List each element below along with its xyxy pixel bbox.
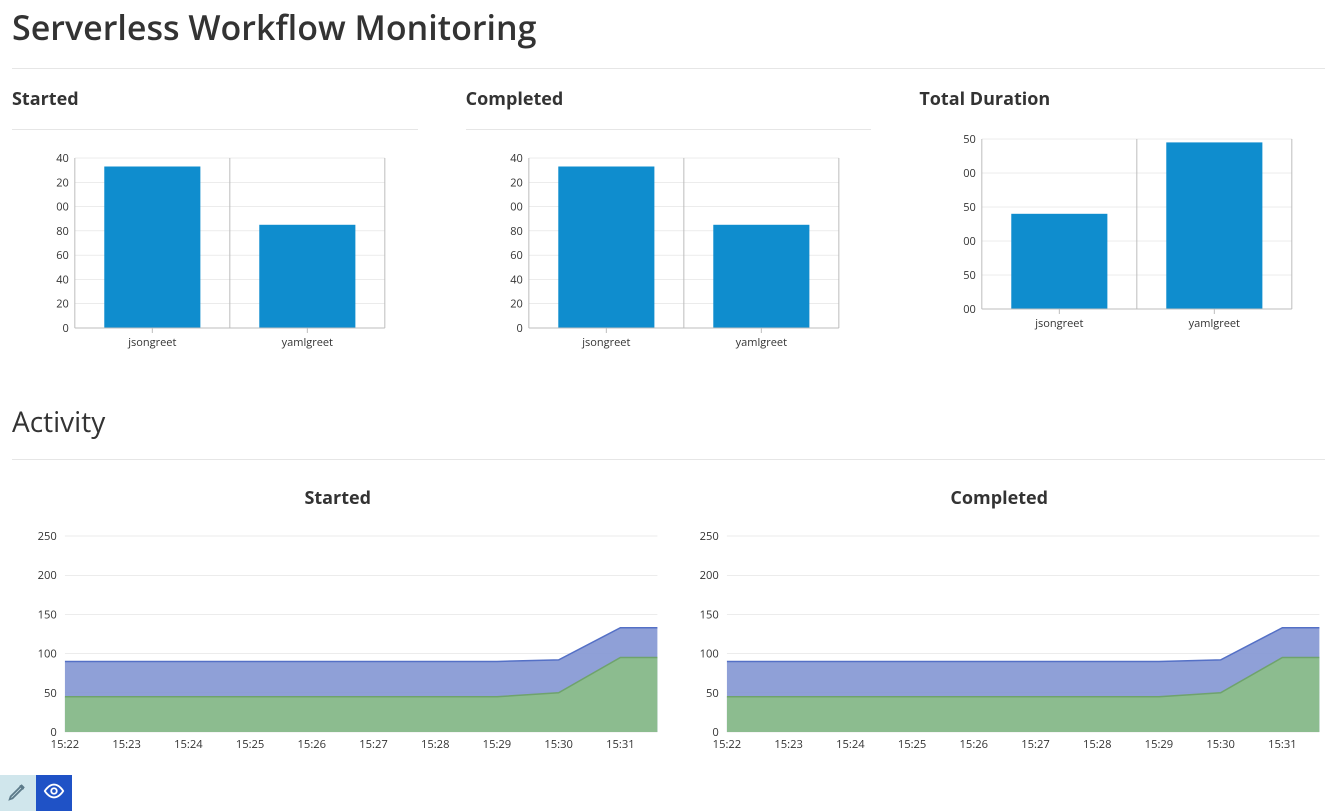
view-button[interactable] bbox=[36, 775, 72, 811]
svg-text:jsongreet: jsongreet bbox=[581, 335, 630, 350]
bar bbox=[1167, 142, 1263, 309]
svg-text:20: 20 bbox=[510, 175, 523, 190]
panel-divider bbox=[12, 129, 418, 130]
svg-text:15:23: 15:23 bbox=[112, 737, 141, 752]
area-chart: 05010015020025015:2215:2315:2415:2515:26… bbox=[12, 526, 664, 756]
svg-text:100: 100 bbox=[699, 647, 718, 662]
bar bbox=[259, 225, 355, 328]
panel-title: Completed bbox=[466, 87, 872, 111]
svg-text:40: 40 bbox=[510, 151, 523, 166]
bar-panel: Completed 0 20 40 60 80 00 20 40 jsongreet yamlgr… bbox=[466, 87, 872, 363]
svg-text:15:24: 15:24 bbox=[836, 737, 865, 752]
bar-row: Started 0 20 40 60 80 00 20 40 jsongreet yamlgree… bbox=[12, 69, 1325, 363]
svg-text:15:29: 15:29 bbox=[483, 737, 512, 752]
svg-text:50: 50 bbox=[964, 268, 977, 283]
svg-text:40: 40 bbox=[56, 272, 69, 287]
edit-button[interactable] bbox=[0, 775, 36, 811]
bar-panel: Started 0 20 40 60 80 00 20 40 jsongreet yamlgree… bbox=[12, 87, 418, 363]
bar-chart: 0 20 40 60 80 00 20 40 jsongreet yamlgreet bbox=[12, 148, 418, 358]
svg-text:jsongreet: jsongreet bbox=[127, 335, 176, 350]
svg-text:15:27: 15:27 bbox=[1021, 737, 1050, 752]
svg-text:00: 00 bbox=[964, 234, 977, 249]
area-panel: Completed 05010015020025015:2215:2315:24… bbox=[674, 478, 1326, 761]
svg-text:20: 20 bbox=[56, 175, 69, 190]
svg-text:200: 200 bbox=[699, 568, 718, 583]
svg-text:250: 250 bbox=[38, 529, 57, 544]
svg-text:80: 80 bbox=[510, 224, 523, 239]
pencil-icon bbox=[7, 780, 29, 807]
footer-tools bbox=[0, 775, 72, 811]
area-panel: Started 05010015020025015:2215:2315:2415… bbox=[12, 478, 664, 761]
svg-text:15:30: 15:30 bbox=[544, 737, 573, 752]
panel-title: Started bbox=[12, 87, 418, 111]
svg-text:60: 60 bbox=[510, 248, 523, 263]
svg-text:50: 50 bbox=[44, 686, 57, 701]
svg-text:50: 50 bbox=[964, 132, 977, 147]
svg-text:50: 50 bbox=[964, 200, 977, 215]
svg-text:150: 150 bbox=[38, 607, 57, 622]
bar-chart: 0 20 40 60 80 00 20 40 jsongreet yamlgreet bbox=[466, 148, 872, 358]
svg-text:80: 80 bbox=[56, 224, 69, 239]
bar bbox=[1012, 214, 1108, 309]
svg-text:20: 20 bbox=[56, 297, 69, 312]
svg-text:20: 20 bbox=[510, 297, 523, 312]
svg-text:yamlgreet: yamlgreet bbox=[1189, 316, 1240, 331]
activity-title: Activity bbox=[12, 403, 1325, 441]
bar-panel: Total Duration 00 50 00 50 00 50 jsongreet yaml… bbox=[919, 87, 1325, 363]
svg-text:15:29: 15:29 bbox=[1144, 737, 1173, 752]
svg-text:15:26: 15:26 bbox=[298, 737, 327, 752]
bar bbox=[104, 167, 200, 329]
area-chart: 05010015020025015:2215:2315:2415:2515:26… bbox=[674, 526, 1326, 756]
bar bbox=[558, 167, 654, 329]
svg-text:40: 40 bbox=[510, 272, 523, 287]
svg-text:200: 200 bbox=[38, 568, 57, 583]
svg-text:60: 60 bbox=[56, 248, 69, 263]
svg-text:40: 40 bbox=[56, 151, 69, 166]
svg-text:00: 00 bbox=[510, 200, 523, 215]
svg-text:00: 00 bbox=[964, 302, 977, 317]
svg-text:15:23: 15:23 bbox=[774, 737, 803, 752]
svg-text:15:28: 15:28 bbox=[1082, 737, 1111, 752]
page-title: Serverless Workflow Monitoring bbox=[12, 4, 1325, 50]
svg-text:15:22: 15:22 bbox=[51, 737, 80, 752]
svg-text:15:25: 15:25 bbox=[897, 737, 926, 752]
panel-title: Started bbox=[12, 486, 664, 510]
svg-text:15:26: 15:26 bbox=[959, 737, 988, 752]
svg-text:0: 0 bbox=[63, 321, 69, 336]
svg-text:yamlgreet: yamlgreet bbox=[282, 335, 333, 350]
svg-text:15:31: 15:31 bbox=[606, 737, 635, 752]
svg-text:15:25: 15:25 bbox=[236, 737, 265, 752]
svg-text:15:31: 15:31 bbox=[1268, 737, 1297, 752]
bar-chart: 00 50 00 50 00 50 jsongreet yamlgreet bbox=[919, 129, 1325, 339]
svg-text:jsongreet: jsongreet bbox=[1035, 316, 1084, 331]
svg-text:150: 150 bbox=[699, 607, 718, 622]
area-row: Started 05010015020025015:2215:2315:2415… bbox=[12, 460, 1325, 761]
svg-text:100: 100 bbox=[38, 647, 57, 662]
svg-text:15:24: 15:24 bbox=[174, 737, 203, 752]
svg-text:00: 00 bbox=[964, 166, 977, 181]
panel-title: Completed bbox=[674, 486, 1326, 510]
svg-text:250: 250 bbox=[699, 529, 718, 544]
svg-text:15:30: 15:30 bbox=[1206, 737, 1235, 752]
svg-text:15:22: 15:22 bbox=[712, 737, 741, 752]
svg-text:0: 0 bbox=[516, 321, 522, 336]
svg-text:00: 00 bbox=[56, 200, 69, 215]
svg-text:yamlgreet: yamlgreet bbox=[735, 335, 786, 350]
panel-title: Total Duration bbox=[919, 87, 1325, 111]
svg-text:15:27: 15:27 bbox=[359, 737, 388, 752]
bar bbox=[713, 225, 809, 328]
eye-icon bbox=[43, 780, 65, 807]
svg-text:50: 50 bbox=[706, 686, 719, 701]
panel-divider bbox=[466, 129, 872, 130]
svg-text:15:28: 15:28 bbox=[421, 737, 450, 752]
